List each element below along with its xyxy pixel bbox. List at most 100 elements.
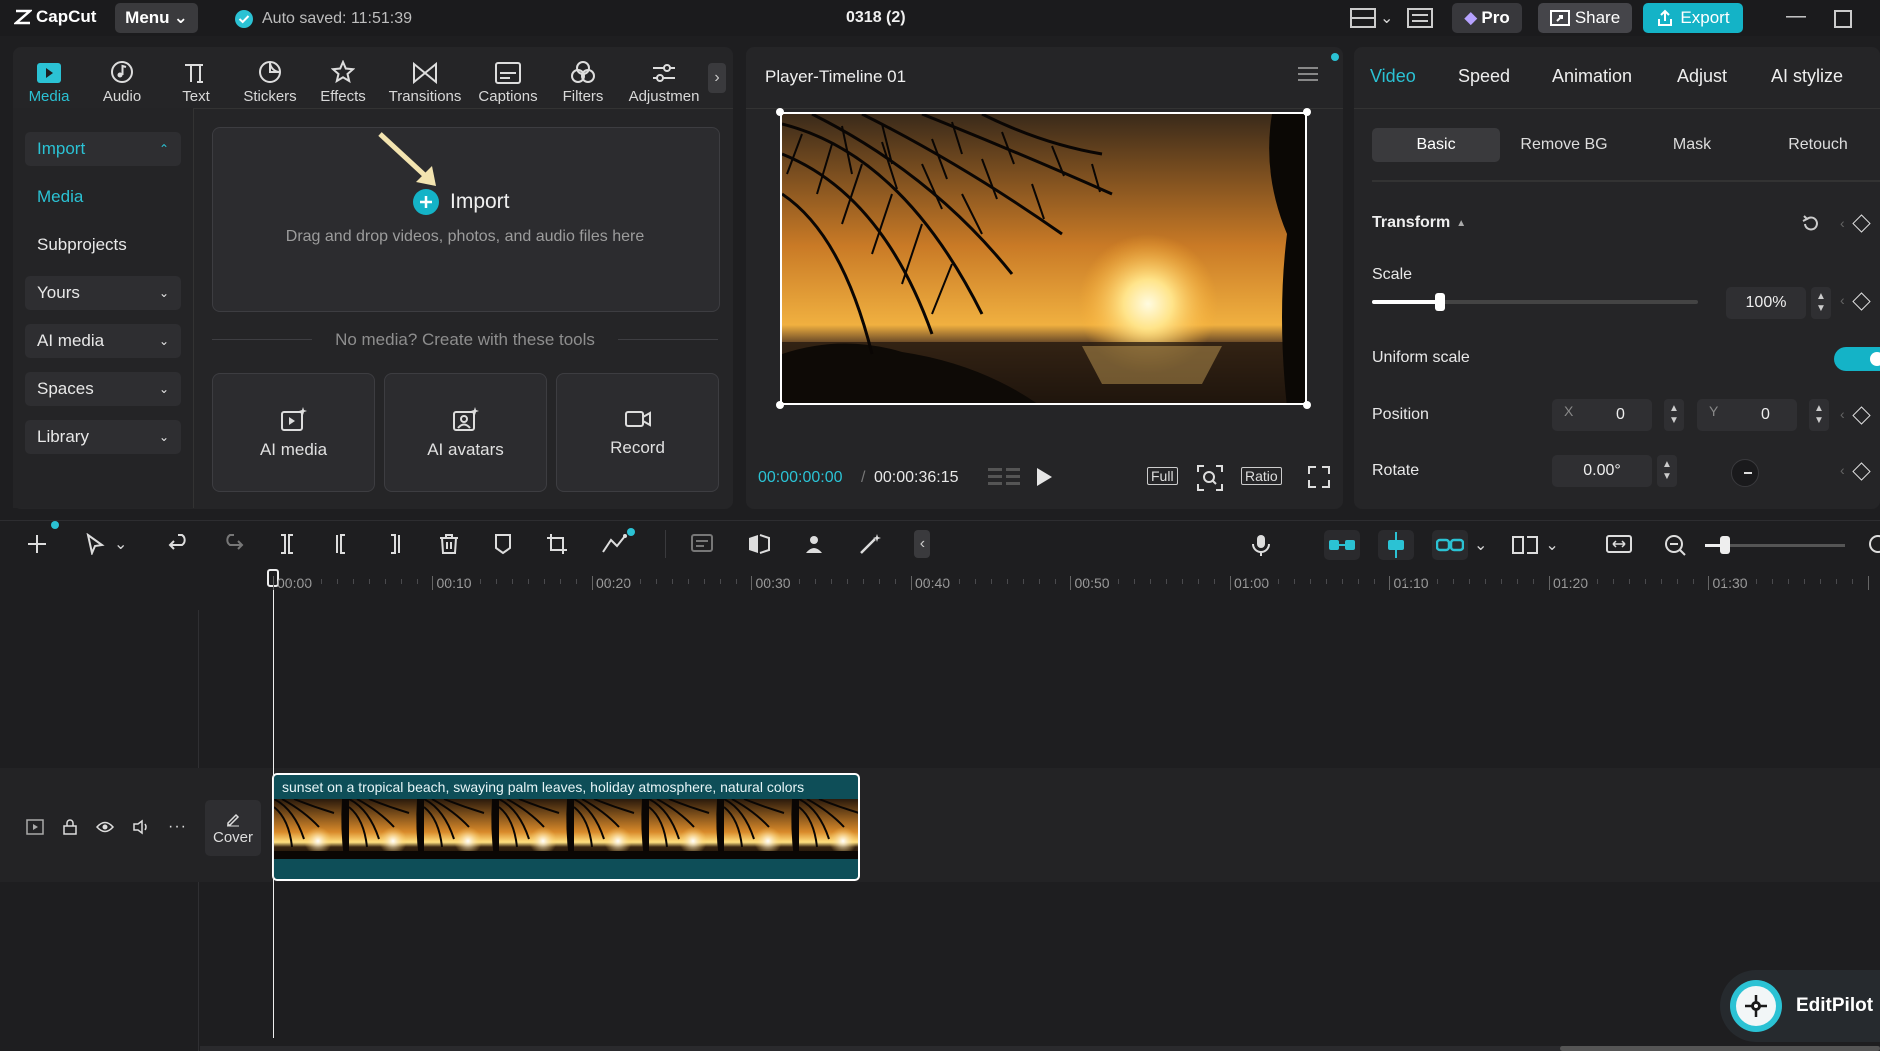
auto-snap-button[interactable]: [1378, 530, 1414, 560]
tabs-scroll-right-button[interactable]: ›: [708, 63, 726, 93]
sidebar-item-media[interactable]: Media: [25, 180, 181, 214]
tab-transitions[interactable]: Transitions: [385, 55, 465, 105]
tab-adjustment[interactable]: Adjustmen: [624, 55, 704, 105]
magic-wand-icon[interactable]: [858, 532, 884, 556]
reset-icon[interactable]: [1801, 214, 1821, 234]
chevron-down-icon[interactable]: ⌄: [114, 534, 127, 554]
microphone-icon[interactable]: [1250, 533, 1272, 557]
tab-text[interactable]: Text: [172, 55, 220, 105]
subtab-basic[interactable]: Basic: [1372, 128, 1500, 162]
scrollbar-thumb[interactable]: [1560, 1046, 1880, 1051]
timeline-bars-icon[interactable]: [988, 466, 1020, 488]
fullscreen-icon[interactable]: [1308, 466, 1330, 488]
horizontal-scrollbar[interactable]: [200, 1046, 1880, 1051]
person-cutout-icon[interactable]: [802, 532, 828, 556]
scale-stepper[interactable]: ▲ ▼: [1811, 287, 1831, 319]
sidebar-item-library[interactable]: Library ⌄: [25, 420, 181, 454]
caption-edit-icon[interactable]: [690, 532, 716, 556]
crop-icon[interactable]: [545, 532, 571, 556]
tab-animation[interactable]: Animation: [1552, 66, 1677, 87]
player-menu-icon[interactable]: [1298, 66, 1318, 82]
editpilot-button[interactable]: EditPilot: [1720, 970, 1880, 1042]
subtab-mask[interactable]: Mask: [1628, 128, 1756, 162]
position-x-input[interactable]: X 0: [1552, 399, 1652, 431]
split-left-icon[interactable]: [329, 532, 353, 556]
tab-ai-stylize[interactable]: AI stylize: [1771, 66, 1843, 87]
lock-icon[interactable]: [62, 819, 78, 835]
zoom-fit-icon[interactable]: [1197, 465, 1223, 491]
zoom-out-icon[interactable]: [1663, 533, 1687, 557]
zoom-slider[interactable]: [1704, 535, 1845, 554]
video-preview[interactable]: [780, 112, 1307, 405]
import-title[interactable]: Import: [412, 188, 510, 216]
rotate-dial[interactable]: [1731, 459, 1759, 487]
sidebar-item-yours[interactable]: Yours ⌄: [25, 276, 181, 310]
auto-reframe-button[interactable]: [601, 528, 636, 556]
uniform-scale-toggle[interactable]: [1834, 347, 1880, 371]
record-card[interactable]: Record: [556, 373, 719, 492]
minimize-icon[interactable]: —: [1786, 5, 1806, 28]
more-icon[interactable]: ···: [168, 818, 187, 836]
main-track-magnet-button[interactable]: [1324, 530, 1360, 560]
keyframe-nav-icon[interactable]: ‹: [1840, 292, 1845, 308]
export-button[interactable]: Export: [1643, 3, 1743, 33]
ai-media-card[interactable]: AI media: [212, 373, 375, 492]
resize-handle[interactable]: [776, 401, 784, 409]
position-x-stepper[interactable]: ▲ ▼: [1664, 399, 1684, 431]
share-button[interactable]: Share: [1538, 3, 1632, 33]
add-icon[interactable]: [24, 531, 50, 557]
play-button[interactable]: [1035, 467, 1053, 487]
sidebar-item-spaces[interactable]: Spaces ⌄: [25, 372, 181, 406]
import-drop-zone[interactable]: [212, 127, 720, 312]
undo-icon[interactable]: [167, 532, 191, 556]
pro-button[interactable]: ◆ Pro: [1452, 3, 1522, 33]
sidebar-item-subprojects[interactable]: Subprojects: [25, 228, 181, 262]
tab-filters[interactable]: Filters: [558, 55, 608, 105]
maximize-icon[interactable]: [1834, 10, 1852, 28]
position-y-stepper[interactable]: ▲ ▼: [1809, 399, 1829, 431]
sidebar-item-ai-media[interactable]: AI media ⌄: [25, 324, 181, 358]
cover-button[interactable]: Cover: [205, 800, 261, 856]
preview-axis-icon[interactable]: [1511, 533, 1539, 557]
tab-media[interactable]: Media: [25, 55, 73, 105]
resize-handle[interactable]: [1303, 401, 1311, 409]
resize-handle[interactable]: [1303, 108, 1311, 116]
split-right-icon[interactable]: [383, 532, 407, 556]
subtab-remove-bg[interactable]: Remove BG: [1500, 128, 1628, 162]
layout-icon[interactable]: [1350, 8, 1376, 28]
tab-audio[interactable]: Audio: [98, 55, 146, 105]
linkage-button[interactable]: [1432, 530, 1468, 560]
sidebar-item-import[interactable]: Import ⌃: [25, 132, 181, 166]
collapse-tools-button[interactable]: ‹: [914, 530, 931, 558]
scale-slider[interactable]: [1372, 293, 1698, 311]
keyboard-icon[interactable]: [1407, 8, 1434, 28]
transform-header[interactable]: Transform ▲: [1372, 214, 1466, 232]
zoom-in-icon[interactable]: [1867, 533, 1880, 557]
ai-avatars-card[interactable]: AI avatars: [384, 373, 547, 492]
menu-button[interactable]: Menu ⌄: [115, 3, 198, 33]
rotate-input[interactable]: 0.00°: [1552, 455, 1652, 487]
tab-adjust[interactable]: Adjust: [1677, 66, 1771, 87]
ratio-button[interactable]: Ratio: [1241, 467, 1282, 485]
scale-slider-thumb[interactable]: [1435, 293, 1446, 311]
rotate-stepper[interactable]: ▲ ▼: [1657, 455, 1677, 487]
resize-handle[interactable]: [776, 108, 784, 116]
subtab-retouch[interactable]: Retouch: [1756, 128, 1880, 162]
chevron-down-icon[interactable]: ⌄: [1545, 535, 1558, 555]
chevron-down-icon[interactable]: ⌄: [1474, 535, 1487, 555]
select-cursor-icon[interactable]: [84, 533, 106, 555]
keyframe-nav-icon[interactable]: ‹: [1840, 215, 1845, 231]
video-clip[interactable]: sunset on a tropical beach, swaying palm…: [272, 773, 860, 881]
split-icon[interactable]: [275, 532, 299, 556]
marker-icon[interactable]: [491, 532, 515, 556]
tab-captions[interactable]: Captions: [475, 55, 541, 105]
fit-timeline-icon[interactable]: [1605, 533, 1633, 557]
delete-icon[interactable]: [437, 532, 461, 556]
redo-icon[interactable]: [221, 532, 245, 556]
position-y-input[interactable]: Y 0: [1697, 399, 1797, 431]
full-quality-button[interactable]: Full: [1147, 467, 1178, 485]
scale-value-input[interactable]: 100%: [1726, 287, 1806, 319]
volume-icon[interactable]: [132, 819, 150, 835]
zoom-slider-thumb[interactable]: [1719, 535, 1730, 554]
tab-effects[interactable]: Effects: [318, 55, 368, 105]
